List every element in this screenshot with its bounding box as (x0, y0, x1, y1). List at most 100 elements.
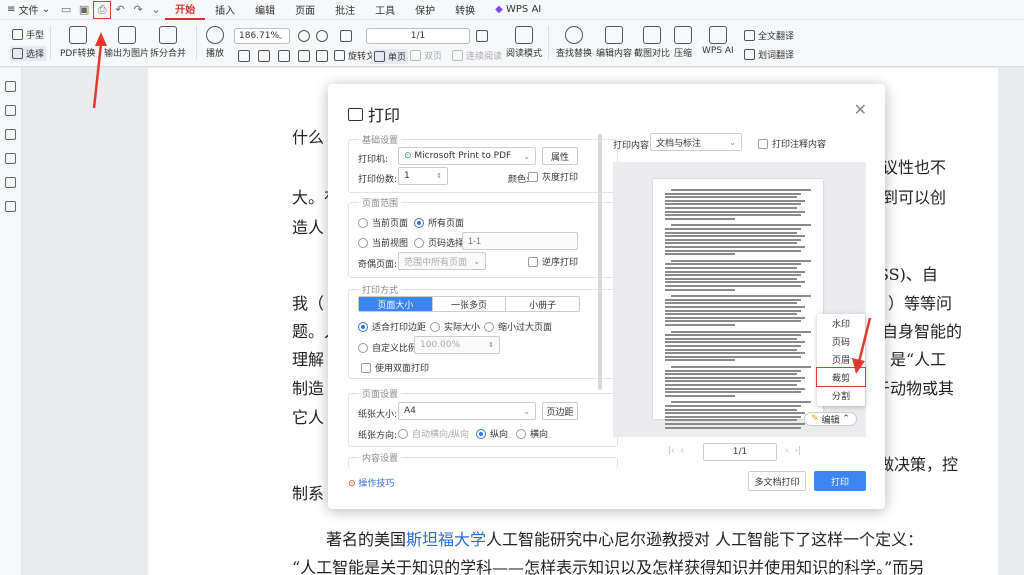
auto-orientation-label: 自动横向/纵向 (412, 430, 470, 440)
grayscale-checkbox[interactable]: 灰度打印 (528, 170, 578, 183)
fit-margin-radio[interactable]: 适合打印边距 (358, 320, 426, 333)
settings-scrollbar[interactable] (598, 134, 602, 390)
find-replace-button[interactable]: 查找替换 (556, 26, 592, 59)
page-settings-label: 页面设置 (359, 387, 402, 400)
left-sidebar (0, 68, 22, 575)
chevron-down-icon: ⌄ (277, 31, 284, 41)
actual-size-icon[interactable] (278, 50, 290, 62)
file-menu[interactable]: ≡ 文件 ⌄ (0, 0, 57, 20)
page-select-input[interactable] (462, 232, 578, 250)
double-page-button[interactable]: 双页 (410, 49, 442, 62)
auto-orientation-radio[interactable]: 自动横向/纵向 (398, 427, 469, 440)
page-margin-button[interactable]: 页边距 (542, 402, 578, 420)
preview-text-line (665, 277, 797, 280)
preview-text-line (665, 267, 797, 269)
tab-page[interactable]: 页面 (285, 0, 325, 20)
select-tool[interactable]: 选择 (10, 46, 47, 61)
tab-page-size[interactable]: 页面大小 (359, 297, 433, 311)
continuous-read-button[interactable]: 连续阅读 (452, 49, 502, 62)
shrink-large-radio[interactable]: 缩小过大页面 (484, 320, 552, 333)
chevron-down-icon[interactable]: ⌄ (148, 2, 164, 18)
portrait-radio[interactable]: 纵向 (476, 427, 508, 440)
fit-page-icon[interactable] (258, 50, 270, 62)
signature-icon[interactable] (5, 177, 16, 188)
fit-width-icon[interactable] (238, 50, 250, 62)
paper-size-select[interactable]: A4 ⌄ (398, 402, 536, 420)
first-page-icon[interactable] (340, 30, 352, 42)
first-page-icon[interactable]: |‹ (668, 446, 675, 456)
duplex-checkbox[interactable]: 使用双面打印 (361, 361, 429, 374)
rotate-right-icon[interactable] (316, 50, 328, 62)
menu-item-split[interactable]: 分割 (817, 386, 865, 404)
odd-even-select[interactable]: 范围中所有页面 ⌄ (398, 252, 486, 270)
edit-content-button[interactable]: 编辑内容 (596, 26, 632, 59)
close-icon[interactable]: ✕ (854, 100, 867, 119)
read-mode-button[interactable]: 阅读模式 (506, 26, 542, 59)
rotate-left-icon[interactable] (298, 50, 310, 62)
tab-booklet[interactable]: 小册子 (506, 297, 579, 311)
tab-protect[interactable]: 保护 (405, 0, 445, 20)
print-content-value: 文档与标注 (656, 138, 702, 149)
last-page-icon[interactable] (476, 30, 488, 42)
play-icon (206, 26, 224, 44)
select-tool-label: 选择 (26, 50, 45, 60)
thumbnail-icon[interactable] (5, 105, 16, 116)
word-translate-button[interactable]: 划词翻译 (744, 48, 794, 61)
redo-icon[interactable]: ↷ (130, 2, 146, 18)
tab-insert[interactable]: 插入 (205, 0, 245, 20)
next-page-icon[interactable]: › (785, 446, 789, 456)
actual-size-radio[interactable]: 实际大小 (430, 320, 480, 333)
comment-icon[interactable] (5, 129, 16, 140)
landscape-radio[interactable]: 横向 (516, 427, 548, 440)
hand-tool[interactable]: 手型 (12, 28, 44, 41)
custom-scale-radio[interactable]: 自定义比例 (358, 341, 417, 354)
edit-button[interactable]: ✎ 编辑 ⌃ (804, 412, 857, 426)
current-page-radio[interactable]: 当前页面 (358, 216, 408, 229)
undo-icon[interactable]: ↶ (112, 2, 128, 18)
zoom-select[interactable]: 186.71% ⌄ (234, 28, 290, 44)
tab-edit[interactable]: 编辑 (245, 0, 285, 20)
compress-button[interactable]: 压缩 (674, 26, 692, 59)
single-page-button[interactable]: 单页 (372, 49, 409, 64)
last-page-icon[interactable]: ›| (794, 446, 801, 456)
preview-nav: |‹ ‹ (668, 446, 684, 456)
print-annotations-checkbox[interactable]: 打印注释内容 (758, 137, 826, 150)
tab-wps-ai[interactable]: ◆ WPS AI (485, 0, 551, 20)
tab-multi-page[interactable]: 一张多页 (433, 297, 507, 311)
tab-comment[interactable]: 批注 (325, 0, 365, 20)
crop-compare-button[interactable]: 截图对比 (634, 26, 670, 59)
copies-stepper[interactable]: 1 ⇕ (398, 167, 448, 185)
play-button[interactable]: 播放 (206, 26, 224, 59)
tips-link[interactable]: ⊙ 操作技巧 (348, 476, 394, 489)
tab-home[interactable]: 开始 (165, 0, 206, 20)
zoom-in-icon[interactable] (316, 30, 328, 42)
properties-button[interactable]: 属性 (542, 147, 578, 165)
printer-select[interactable]: ⊙ Microsoft Print to PDF ⌄ (398, 147, 536, 165)
page-select-radio[interactable]: 页码选择: (414, 236, 467, 249)
actual-size-label: 实际大小 (444, 323, 481, 333)
save-icon[interactable]: ▣ (76, 2, 92, 18)
all-pages-radio[interactable]: 所有页面 (414, 216, 464, 229)
current-view-radio[interactable]: 当前视图 (358, 236, 408, 249)
multi-doc-print-button[interactable]: 多文档打印 (748, 471, 806, 491)
reverse-print-checkbox[interactable]: 逆序打印 (528, 255, 578, 268)
prev-page-icon[interactable]: ‹ (680, 446, 684, 456)
print-content-select[interactable]: 文档与标注 ⌄ (650, 133, 742, 151)
page-number-input[interactable]: 1/1 (366, 28, 470, 44)
print-icon[interactable]: ⎙ (93, 0, 112, 19)
preview-page-input[interactable]: 1/1 (703, 443, 777, 461)
print-button[interactable]: 打印 (814, 471, 866, 491)
export-image-button[interactable]: 输出为图片 (104, 26, 149, 59)
split-merge-button[interactable]: 拆分合并 (150, 26, 186, 59)
attachment-icon[interactable] (5, 153, 16, 164)
tab-tools[interactable]: 工具 (365, 0, 405, 20)
zoom-out-icon[interactable] (298, 30, 310, 42)
full-translate-button[interactable]: 全文翻译 (744, 29, 794, 42)
bookmark-icon[interactable] (5, 81, 16, 92)
scale-input[interactable]: 100.00% ⇕ (414, 336, 500, 354)
tab-convert[interactable]: 转换 (445, 0, 485, 20)
doc-link[interactable]: 斯坦福大学 (406, 530, 486, 549)
layers-icon[interactable] (5, 201, 16, 212)
wps-ai-button[interactable]: WPS AI (702, 26, 734, 56)
open-folder-icon[interactable]: ▭ (58, 2, 74, 18)
